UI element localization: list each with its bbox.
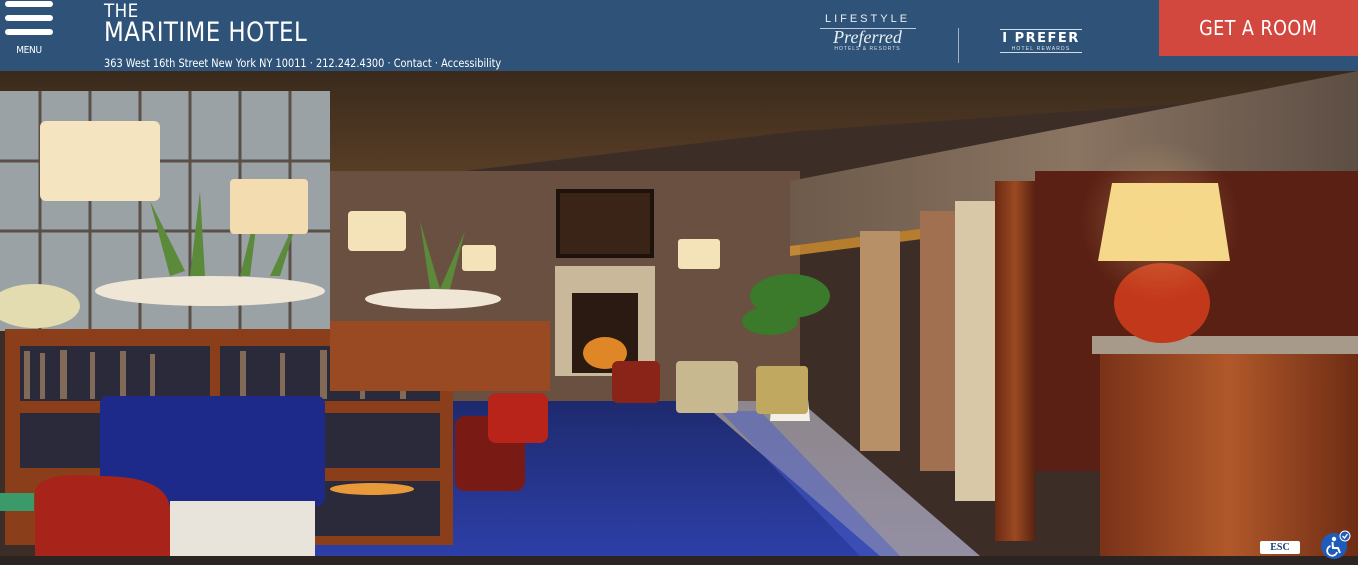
logo-rule (1000, 52, 1082, 53)
hamburger-icon-bar (5, 1, 53, 7)
get-a-room-button[interactable]: GET A ROOM (1159, 0, 1358, 56)
lifestyle-logo-sub: HOTELS & RESORTS (834, 46, 901, 52)
i-prefer-title: I PREFER (1002, 31, 1080, 46)
i-prefer-logo[interactable]: I PREFER HOTEL REWARDS (996, 29, 1086, 65)
separator: · (384, 56, 394, 70)
hamburger-icon-bar (5, 15, 53, 21)
contact-info-line: 363 West 16th Street New York NY 10011 ·… (104, 56, 501, 70)
logo-divider (958, 28, 959, 63)
get-a-room-label: GET A ROOM (1199, 16, 1318, 40)
menu-button[interactable]: MENU (3, 0, 55, 60)
lobby-illustration (0, 71, 1358, 556)
address-text: 363 West 16th Street New York NY 10011 (104, 56, 307, 70)
separator: · (306, 56, 316, 70)
contact-link[interactable]: Contact (394, 56, 432, 70)
lifestyle-logo-top: LIFESTYLE (824, 13, 911, 25)
lifestyle-preferred-logo[interactable]: LIFESTYLE Preferred HOTELS & RESORTS (815, 13, 920, 73)
accessibility-link[interactable]: Accessibility (441, 56, 501, 70)
esc-badge[interactable]: ESC (1260, 541, 1300, 554)
hotel-lobby-photo (0, 71, 1358, 556)
separator: · (431, 56, 442, 70)
hamburger-icon-bar (5, 29, 53, 35)
lifestyle-logo-script: Preferred (833, 27, 902, 47)
i-prefer-sub: HOTEL REWARDS (1011, 46, 1071, 52)
menu-label: MENU (16, 45, 42, 56)
site-header: MENU THE MARITIME HOTEL 363 West 16th St… (0, 0, 1358, 71)
phone-link[interactable]: 212.242.4300 (316, 56, 384, 70)
brand-name: MARITIME HOTEL (104, 17, 308, 48)
logo-rule (1000, 29, 1082, 30)
